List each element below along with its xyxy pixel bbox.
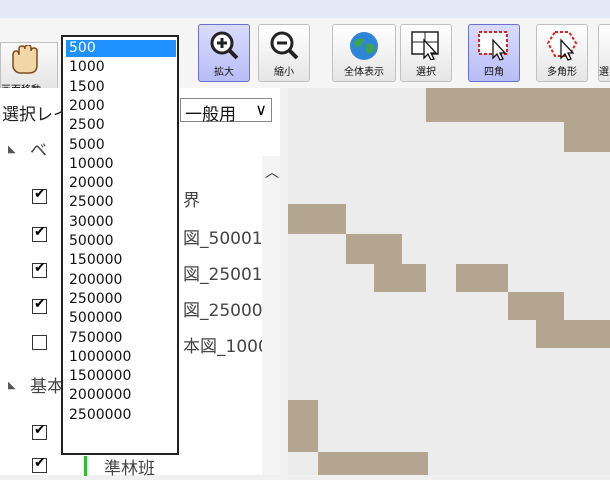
map-parcel bbox=[318, 452, 428, 475]
full-view-label: 全体表示 bbox=[344, 67, 384, 78]
layer-select-value: 一般用 bbox=[185, 105, 236, 125]
scale-option[interactable]: 20000 bbox=[66, 175, 176, 192]
scale-option[interactable]: 50000 bbox=[66, 233, 176, 250]
map-parcel bbox=[564, 122, 610, 152]
scale-option[interactable]: 500 bbox=[66, 40, 176, 57]
layer-color-swatch bbox=[84, 456, 87, 476]
scroll-up-icon[interactable]: ︿ bbox=[265, 162, 279, 182]
scale-option[interactable]: 2000 bbox=[66, 98, 176, 115]
scale-option[interactable]: 250000 bbox=[66, 291, 176, 308]
layer-group-1-label: ベ bbox=[30, 141, 47, 161]
map-canvas[interactable] bbox=[288, 88, 610, 475]
layer-checkbox-2[interactable]: ✔ bbox=[32, 224, 47, 242]
scale-option[interactable]: 2000000 bbox=[66, 387, 176, 404]
scale-option[interactable]: 750000 bbox=[66, 330, 176, 347]
scale-dropdown-list[interactable]: 500 1000 1500 2000 2500 5000 10000 20000 25000 30… bbox=[61, 35, 179, 455]
scale-option[interactable]: 5000 bbox=[66, 137, 176, 154]
layer-checkbox-4[interactable]: ✔ bbox=[32, 296, 47, 314]
scale-option[interactable]: 1000 bbox=[66, 59, 176, 76]
scale-option[interactable]: 1000000 bbox=[66, 349, 176, 366]
select-more-button[interactable]: 選 bbox=[598, 24, 610, 82]
map-parcel bbox=[536, 320, 610, 348]
layer-checkbox-1[interactable]: ✔ bbox=[32, 186, 47, 204]
layer-row-4-label: 図_25000 bbox=[183, 301, 263, 321]
polygon-select-label: 多角形 bbox=[547, 67, 577, 78]
scale-option[interactable]: 1500000 bbox=[66, 368, 176, 385]
select-arrow-icon bbox=[411, 31, 439, 60]
map-parcel bbox=[288, 204, 318, 234]
layer-row-7-label: 準林班 bbox=[104, 459, 155, 479]
rectangle-select-label: 四角 bbox=[484, 67, 504, 78]
chevron-down-icon: ∨ bbox=[255, 100, 267, 119]
scale-option[interactable]: 150000 bbox=[66, 252, 176, 269]
zoom-out-icon bbox=[270, 31, 299, 60]
rectangle-select-button[interactable]: 四角 bbox=[468, 24, 520, 82]
layer-row-5-label: 本図_1000 bbox=[183, 337, 269, 357]
layer-checkbox-3[interactable]: ✔ bbox=[32, 260, 47, 278]
scale-option[interactable]: 2500000 bbox=[66, 407, 176, 424]
select-label: 選択 bbox=[416, 67, 436, 78]
layer-select-box[interactable]: 一般用 ∨ bbox=[180, 98, 272, 125]
layer-checkbox-5[interactable] bbox=[32, 335, 47, 350]
scale-option[interactable]: 2500 bbox=[66, 117, 176, 134]
layer-checkbox-6[interactable]: ✔ bbox=[32, 422, 47, 440]
hand-icon bbox=[12, 45, 38, 74]
expand-triangle-icon: ◣ bbox=[8, 380, 16, 391]
scale-option[interactable]: 30000 bbox=[66, 214, 176, 231]
map-parcel bbox=[426, 88, 522, 122]
map-parcel bbox=[456, 264, 508, 292]
select-button[interactable]: 選択 bbox=[400, 24, 452, 82]
top-strip bbox=[0, 0, 610, 18]
map-parcel bbox=[346, 234, 402, 264]
layer-checkbox-7[interactable]: ✔ bbox=[32, 455, 47, 473]
scale-option[interactable]: 10000 bbox=[66, 156, 176, 173]
zoom-in-icon bbox=[210, 31, 239, 60]
scale-option[interactable]: 200000 bbox=[66, 272, 176, 289]
scale-option[interactable]: 25000 bbox=[66, 194, 176, 211]
globe-icon bbox=[350, 32, 378, 60]
polygon-select-icon bbox=[546, 31, 578, 61]
map-parcel bbox=[508, 292, 564, 320]
layer-row-1-label: 界 bbox=[183, 191, 200, 211]
zoom-in-label: 拡大 bbox=[214, 67, 234, 78]
full-view-button[interactable]: 全体表示 bbox=[332, 24, 396, 82]
scale-option[interactable]: 500000 bbox=[66, 310, 176, 327]
select-more-label: 選 bbox=[599, 67, 609, 78]
zoom-in-button[interactable]: 拡大 bbox=[198, 24, 250, 82]
layer-row-2-label: 図_50001_ bbox=[183, 229, 272, 249]
layer-group-2-label: 基本 bbox=[30, 377, 64, 397]
expand-triangle-icon: ◣ bbox=[8, 144, 16, 155]
zoom-out-label: 縮小 bbox=[274, 67, 294, 78]
map-parcel bbox=[288, 400, 318, 452]
layer-panel-scrollbar[interactable]: ︿ bbox=[262, 156, 280, 475]
map-parcel bbox=[374, 264, 426, 292]
rectangle-select-icon bbox=[478, 31, 508, 61]
map-parcel bbox=[522, 88, 610, 122]
polygon-select-button[interactable]: 多角形 bbox=[536, 24, 588, 82]
scale-option[interactable]: 1500 bbox=[66, 79, 176, 96]
zoom-out-button[interactable]: 縮小 bbox=[258, 24, 310, 82]
layer-row-3-label: 図_25001_ bbox=[183, 265, 272, 285]
map-parcel bbox=[318, 204, 346, 234]
